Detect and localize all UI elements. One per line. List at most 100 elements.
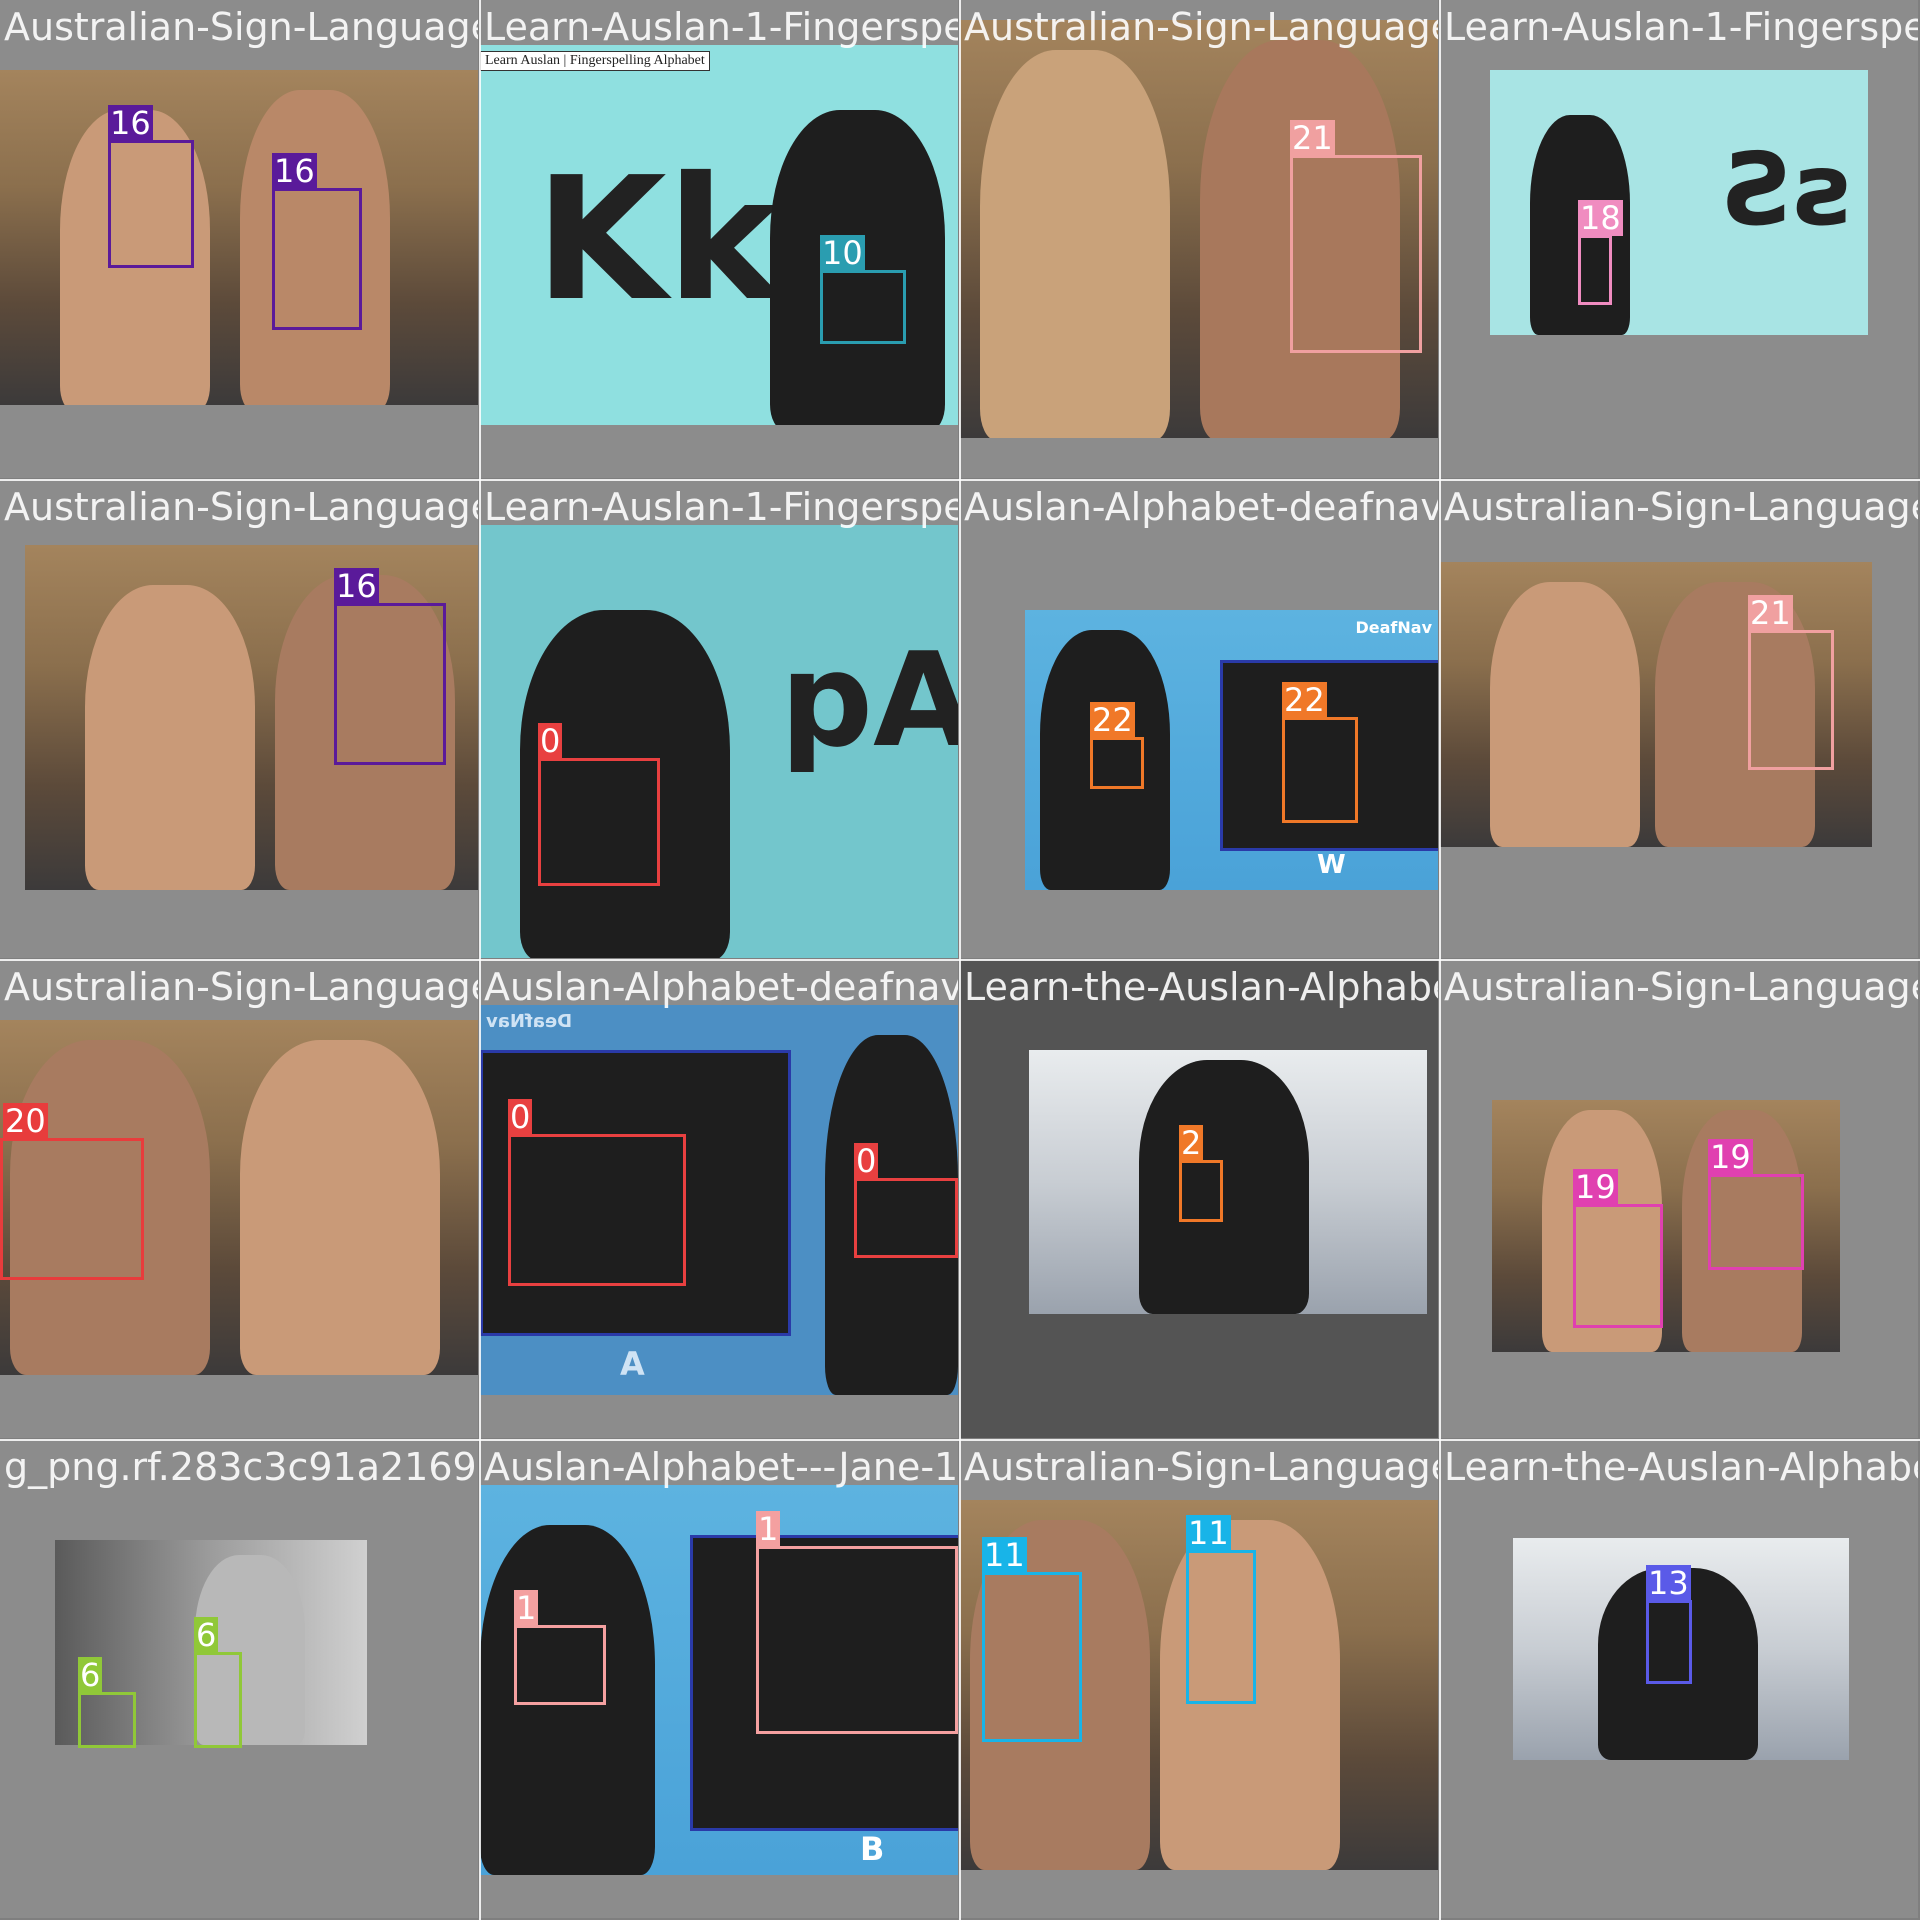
tile-photo: sS — [1490, 70, 1868, 335]
person-figure — [980, 50, 1170, 438]
tile-1[interactable]: 16 16 Australian-Sign-Language_-Alphabet… — [0, 0, 478, 478]
detection-label: 6 — [78, 1656, 103, 1694]
detection-box[interactable]: 0 — [538, 723, 660, 886]
big-letter: Kk — [535, 141, 780, 339]
tile-8[interactable]: 21 Australian-Sign-Language_-Alphabet_mp… — [1440, 480, 1918, 958]
tile-photo: Learn Auslan | Fingerspelling Alphabet K… — [480, 45, 958, 425]
caption-letter: A — [620, 1345, 645, 1383]
grid-divider — [0, 479, 1920, 481]
detection-box[interactable]: 16 — [108, 105, 194, 268]
detection-label: 19 — [1573, 1168, 1618, 1206]
detection-box[interactable]: 21 — [1290, 120, 1422, 353]
big-letter: sS — [1720, 131, 1852, 248]
detection-label: 0 — [538, 722, 563, 760]
detection-box[interactable]: 1 — [756, 1511, 958, 1734]
tile-2[interactable]: Learn Auslan | Fingerspelling Alphabet K… — [480, 0, 958, 478]
detection-box[interactable]: 20 — [0, 1103, 144, 1280]
detection-label: 22 — [1282, 681, 1327, 719]
detection-label: 18 — [1578, 199, 1623, 237]
tile-filename: g_png.rf.283c3c91a21694af7d557e24c530573 — [4, 1445, 478, 1489]
tile-photo — [1029, 1050, 1427, 1314]
tile-filename: Learn-the-Auslan-Alphabet-For-Right-Hand — [964, 965, 1438, 1009]
detection-label: 10 — [820, 234, 865, 272]
tile-filename: Australian-Sign-Language_-Alphabet_mp4-9 — [964, 1445, 1438, 1489]
detection-box[interactable]: 22 — [1090, 702, 1144, 789]
tile-7[interactable]: DeafNav W 22 22 Auslan-Alphabet-deafnav_… — [960, 480, 1438, 958]
tile-11[interactable]: 2 Learn-the-Auslan-Alphabet-For-Right-Ha… — [960, 960, 1438, 1438]
tile-6[interactable]: pA 0 Learn-Auslan-1-Fingerspelling-the-A… — [480, 480, 958, 958]
tile-photo — [0, 70, 478, 405]
detection-box[interactable]: 13 — [1646, 1565, 1692, 1684]
tile-10[interactable]: DeafNav A 0 0 Auslan-Alphabet-deafnav_mp… — [480, 960, 958, 1438]
tile-photo: DeafNav W — [1025, 610, 1438, 890]
detection-box[interactable]: 11 — [982, 1537, 1082, 1742]
detection-label: 21 — [1748, 594, 1793, 632]
detection-label: 6 — [194, 1616, 219, 1654]
overlay-text-1: Learn Auslan — [485, 53, 561, 68]
tile-16[interactable]: 13 Learn-the-Auslan-Alphabet-F — [1440, 1440, 1918, 1918]
detection-box[interactable]: 6 — [194, 1617, 242, 1748]
person-figure — [240, 1040, 440, 1375]
tile-13[interactable]: 6 6 g_png.rf.283c3c91a21694af7d557e24c53… — [0, 1440, 478, 1918]
mosaic-grid: 16 16 Australian-Sign-Language_-Alphabet… — [0, 0, 1920, 1920]
grid-divider — [0, 959, 1920, 961]
detection-label: 20 — [3, 1102, 48, 1140]
watermark: DeafNav — [486, 1011, 573, 1032]
detection-label: 11 — [982, 1536, 1027, 1574]
detection-box[interactable]: 19 — [1573, 1169, 1663, 1328]
detection-box[interactable]: 11 — [1186, 1515, 1256, 1704]
detection-box[interactable]: 16 — [334, 568, 446, 765]
tile-filename: Auslan-Alphabet---Jane-1080p_mp4-75 — [484, 1445, 958, 1489]
detection-box[interactable]: 2 — [1179, 1125, 1223, 1222]
detection-label: 22 — [1090, 701, 1135, 739]
person-figure — [85, 585, 255, 890]
detection-label: 0 — [508, 1098, 533, 1136]
detection-label: 0 — [854, 1142, 879, 1180]
tile-15[interactable]: 11 11 Australian-Sign-Language_-Alphabet… — [960, 1440, 1438, 1918]
big-letter: pA — [780, 624, 958, 776]
detection-box[interactable]: 16 — [272, 153, 362, 330]
detection-label: 21 — [1290, 119, 1335, 157]
tile-filename: Australian-Sign-Language_-Alphabet_mp4-1 — [964, 5, 1438, 49]
tile-filename: Australian-Sign-Language_-Alphabet_mp4-1 — [4, 5, 478, 49]
overlay-text-2: Fingerspelling Alphabet — [569, 53, 705, 68]
detection-label: 16 — [272, 152, 317, 190]
detection-box[interactable]: 0 — [508, 1099, 686, 1286]
overlay-caption: Learn Auslan | Fingerspelling Alphabet — [480, 51, 710, 71]
detection-box[interactable]: 18 — [1578, 200, 1623, 305]
caption-letter: W — [1317, 850, 1346, 880]
detection-label: 16 — [334, 567, 379, 605]
person-figure — [1139, 1060, 1309, 1314]
detection-label: 1 — [756, 1510, 781, 1548]
tile-5[interactable]: 16 Australian-Sign-Language_-Alphabet_mp… — [0, 480, 478, 958]
detection-label: 16 — [108, 104, 153, 142]
detection-label: 11 — [1186, 1514, 1231, 1552]
tile-3[interactable]: 21 Australian-Sign-Language_-Alphabet_mp… — [960, 0, 1438, 478]
tile-filename: Australian-Sign-Language_-Alphabet_mp4-1 — [4, 485, 478, 529]
detection-box[interactable]: 19 — [1708, 1139, 1804, 1270]
detection-label: 19 — [1708, 1138, 1753, 1176]
detection-box[interactable]: 0 — [854, 1143, 958, 1258]
tile-12[interactable]: 19 19 Australian-Sign-Language_-Alphabet… — [1440, 960, 1918, 1438]
tile-14[interactable]: B 1 1 Auslan-Alphabet---Jane-1080p_mp4-7… — [480, 1440, 958, 1918]
grid-divider — [0, 1439, 1920, 1441]
tile-filename: Auslan-Alphabet-deafnav_mp4-39_jpg.rf.92 — [964, 485, 1438, 529]
tile-filename: Learn-Auslan-1-Fingerspelling-the-Alphab… — [1444, 5, 1918, 49]
tile-9[interactable]: 20 Australian-Sign-Language_-Alphabet_mp… — [0, 960, 478, 1438]
tile-filename: Australian-Sign-Language_-Alphabet_mp4 — [1444, 965, 1918, 1009]
detection-box[interactable]: 21 — [1748, 595, 1834, 770]
caption-letter: B — [860, 1830, 885, 1868]
tile-filename: Learn-Auslan-1-Fingerspelling-the-Alphab… — [484, 5, 958, 49]
watermark: DeafNav — [1355, 618, 1432, 637]
detection-box[interactable]: 10 — [820, 235, 906, 344]
tile-4[interactable]: sS 18 Learn-Auslan-1-Fingerspelling-the-… — [1440, 0, 1918, 478]
detection-box[interactable]: 1 — [514, 1590, 606, 1705]
detection-label: 2 — [1179, 1124, 1204, 1162]
tile-filename: Learn-the-Auslan-Alphabet-F — [1444, 1445, 1918, 1489]
detection-label: 1 — [514, 1589, 539, 1627]
tile-filename: Auslan-Alphabet-deafnav_mp4-7_jpg.rf.3c0 — [484, 965, 958, 1009]
person-figure — [1490, 582, 1640, 847]
detection-box[interactable]: 22 — [1282, 682, 1358, 823]
detection-box[interactable]: 6 — [78, 1657, 136, 1748]
tile-filename: Australian-Sign-Language_-Alphabet_mp4-1 — [4, 965, 478, 1009]
